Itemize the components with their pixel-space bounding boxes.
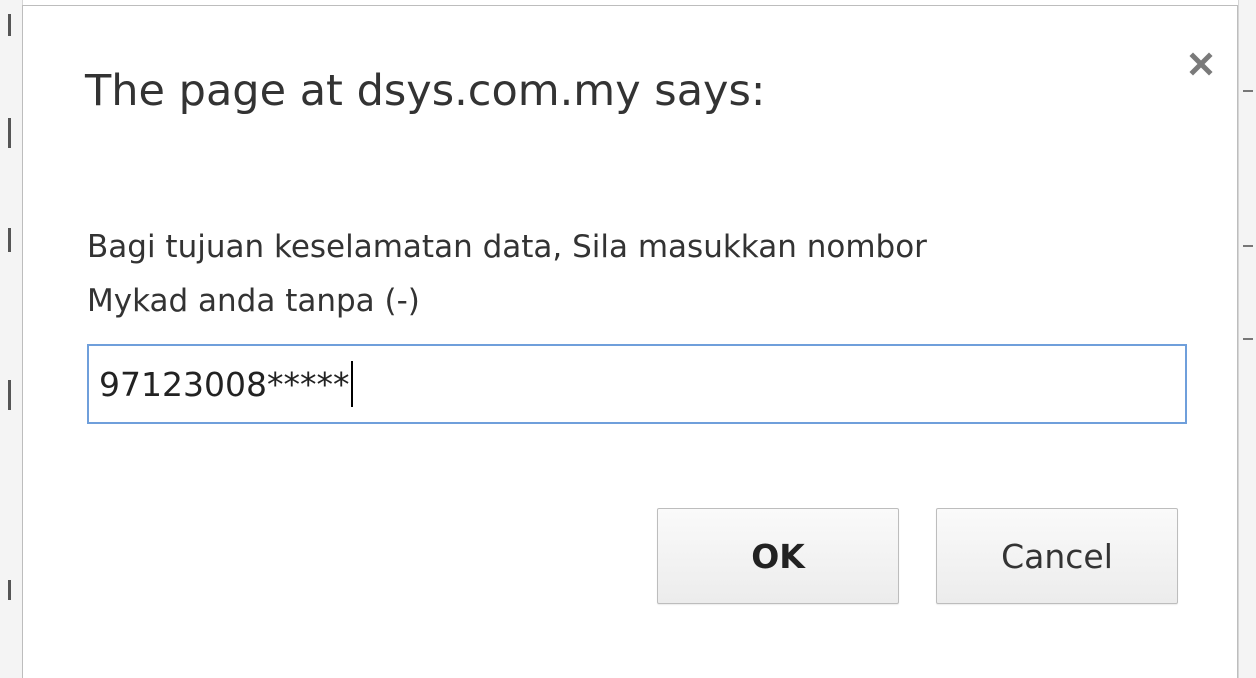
dialog-message: Bagi tujuan keselamatan data, Sila masuk… <box>87 220 1087 328</box>
background-page-left-edge <box>0 0 23 678</box>
dialog-message-line: Bagi tujuan keselamatan data, Sila masuk… <box>87 229 927 265</box>
mykad-number-value: 97123008***** <box>99 364 350 404</box>
background-line-fragment <box>1243 90 1253 92</box>
background-text-fragment <box>8 228 11 252</box>
background-page-right-edge <box>1238 0 1256 678</box>
ok-button[interactable]: OK <box>657 508 899 604</box>
background-text-fragment <box>8 118 11 148</box>
mykad-number-input[interactable]: 97123008***** <box>87 344 1187 424</box>
background-text-fragment <box>8 380 11 410</box>
text-caret <box>351 361 354 407</box>
background-text-fragment <box>8 580 11 600</box>
dialog-message-line: Mykad anda tanpa (-) <box>87 283 420 319</box>
background-line-fragment <box>1243 245 1253 247</box>
background-line-fragment <box>1243 338 1253 340</box>
cancel-button[interactable]: Cancel <box>936 508 1178 604</box>
dialog-title: The page at dsys.com.my says: <box>85 66 766 116</box>
prompt-dialog: The page at dsys.com.my says: Bagi tujua… <box>22 5 1238 678</box>
close-button[interactable] <box>1181 44 1221 84</box>
background-text-fragment <box>8 14 11 36</box>
close-icon <box>1189 52 1213 76</box>
